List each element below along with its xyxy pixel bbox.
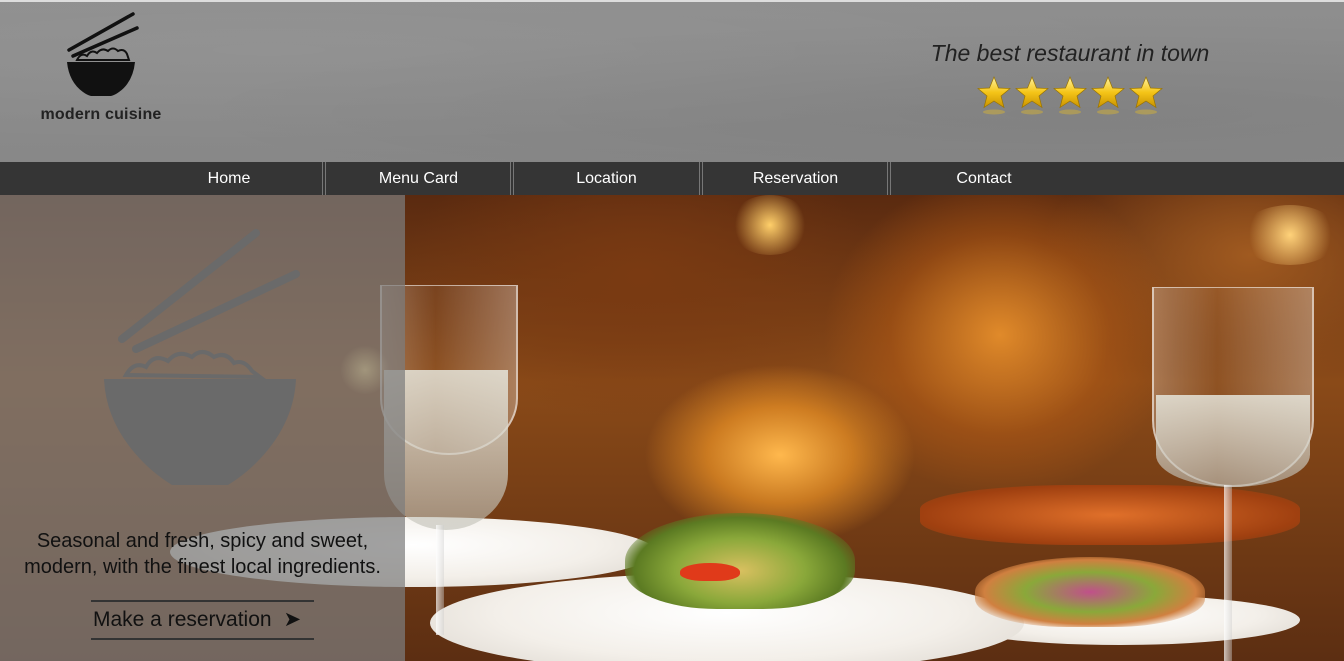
hero-text-line: modern, with the finest local ingredient…	[24, 556, 381, 578]
hero-overlay-panel	[0, 195, 405, 661]
hero-section: Seasonal and fresh, spicy and sweet, mod…	[0, 195, 1344, 661]
rice-bowl-chopsticks-icon	[104, 229, 300, 485]
nav-item-menu-card[interactable]: Menu Card	[326, 162, 511, 195]
star-icon	[1015, 76, 1049, 115]
tagline-block: The best restaurant in town	[900, 40, 1240, 115]
make-reservation-button[interactable]: Make a reservation ➤	[91, 600, 314, 640]
nav-item-location[interactable]: Location	[514, 162, 699, 195]
nav-item-contact[interactable]: Contact	[891, 162, 1077, 195]
hero-text-line: Seasonal and fresh, spicy and sweet,	[36, 530, 369, 552]
hero-description: Seasonal and fresh, spicy and sweet, mod…	[0, 528, 405, 580]
star-icon	[1091, 76, 1125, 115]
arrow-right-icon: ➤	[283, 608, 302, 631]
site-header: modern cuisine The best restaurant in to…	[0, 0, 1344, 162]
tagline: The best restaurant in town	[930, 40, 1210, 66]
nav-item-home[interactable]: Home	[136, 162, 322, 195]
nav-item-reservation[interactable]: Reservation	[703, 162, 888, 195]
star-icon	[977, 76, 1011, 115]
logo[interactable]: modern cuisine	[30, 10, 172, 124]
star-icon	[1129, 76, 1163, 115]
cta-label: Make a reservation	[93, 608, 272, 631]
rice-bowl-chopsticks-icon	[67, 12, 139, 96]
main-nav: Home Menu Card Location Reservation Cont…	[0, 162, 1344, 195]
star-rating	[900, 75, 1240, 115]
star-icon	[1053, 76, 1087, 115]
brand-name: modern cuisine	[40, 106, 162, 123]
